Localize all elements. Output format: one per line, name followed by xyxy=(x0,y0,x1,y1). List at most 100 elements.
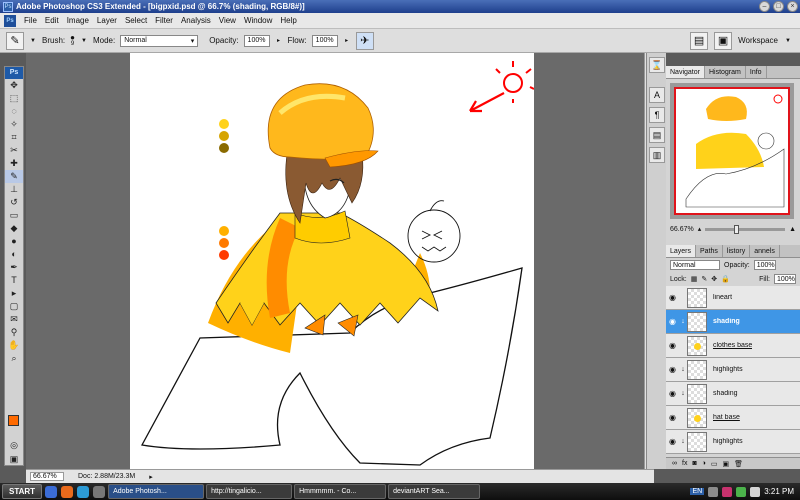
workspace-menu[interactable]: Workspace xyxy=(738,36,778,45)
chevron-down-icon[interactable]: ▼ xyxy=(29,38,37,44)
chevron-down-icon[interactable]: ▼ xyxy=(784,38,792,44)
menu-edit[interactable]: Edit xyxy=(41,16,63,25)
layer-mask-icon[interactable]: ◙ xyxy=(692,460,696,467)
menu-image[interactable]: Image xyxy=(63,16,93,25)
slider-knob[interactable] xyxy=(733,224,739,234)
healing-brush-tool-icon[interactable]: ✚ xyxy=(5,157,23,170)
layer-fill-field[interactable]: 100% xyxy=(774,274,796,284)
minimize-button[interactable]: – xyxy=(759,1,770,12)
chevron-right-icon[interactable]: ▸ xyxy=(343,37,351,44)
layer-row[interactable]: ◉ lineart xyxy=(666,286,800,310)
eye-icon[interactable]: ◉ xyxy=(666,365,679,374)
maximize-button[interactable]: □ xyxy=(773,1,784,12)
close-button[interactable]: × xyxy=(787,1,798,12)
start-button[interactable]: START xyxy=(2,484,43,499)
quick-mask-icon[interactable]: ◎ xyxy=(5,439,23,452)
firefox-icon[interactable] xyxy=(61,485,74,498)
path-selection-tool-icon[interactable]: ▸ xyxy=(5,287,23,300)
airbrush-toggle-icon[interactable]: ✈ xyxy=(355,31,374,50)
navigator-preview[interactable] xyxy=(670,83,794,219)
eye-icon[interactable]: ◉ xyxy=(666,437,679,446)
type-tool-icon[interactable]: T xyxy=(5,274,23,287)
task-browser-2[interactable]: Hmmmmm. - Co... xyxy=(294,484,387,499)
menu-help[interactable]: Help xyxy=(276,16,300,25)
language-indicator[interactable]: EN xyxy=(690,488,705,495)
tray-icon[interactable] xyxy=(722,486,733,497)
tab-channels[interactable]: annels xyxy=(750,245,780,257)
adjustment-layer-icon[interactable]: ◑ xyxy=(702,460,706,467)
menu-filter[interactable]: Filter xyxy=(151,16,177,25)
layer-opacity-field[interactable]: 100% xyxy=(753,260,776,270)
menu-layer[interactable]: Layer xyxy=(93,16,121,25)
document-canvas[interactable] xyxy=(130,53,535,469)
opacity-field[interactable]: 100% xyxy=(243,34,270,47)
screen-mode-icon[interactable]: ▣ xyxy=(5,453,23,466)
tool-presets-panel-icon[interactable]: ▥ xyxy=(649,147,665,163)
notes-tool-icon[interactable]: ✉ xyxy=(5,313,23,326)
task-deviantart[interactable]: deviantART Sea... xyxy=(388,484,481,499)
brush-tool-icon[interactable]: ✎ xyxy=(5,170,23,183)
eye-icon[interactable]: ◉ xyxy=(666,317,679,326)
menu-analysis[interactable]: Analysis xyxy=(177,16,215,25)
navigator-zoom-value[interactable]: 66.67% xyxy=(670,226,694,233)
layer-row[interactable]: ◉ ↓ shading xyxy=(666,382,800,406)
eraser-tool-icon[interactable]: ▭ xyxy=(5,209,23,222)
paragraph-panel-icon[interactable]: ¶ xyxy=(649,107,665,123)
tab-histogram[interactable]: Histogram xyxy=(705,66,746,78)
tab-history[interactable]: listory xyxy=(723,245,751,257)
flow-field[interactable]: 100% xyxy=(311,34,338,47)
link-layers-icon[interactable]: ∞ xyxy=(672,460,677,467)
eye-icon[interactable]: ◉ xyxy=(666,413,679,422)
blend-mode-select[interactable]: Normal xyxy=(670,260,720,270)
lock-image-icon[interactable]: ✎ xyxy=(701,275,707,283)
menu-view[interactable]: View xyxy=(215,16,240,25)
brushes-panel-icon[interactable]: ▤ xyxy=(649,127,665,143)
tab-layers[interactable]: Layers xyxy=(666,245,697,257)
clock[interactable]: 3:21 PM xyxy=(764,487,794,496)
history-brush-tool-icon[interactable]: ↺ xyxy=(5,196,23,209)
layer-style-icon[interactable]: fx xyxy=(682,460,687,467)
show-desktop-icon[interactable] xyxy=(93,485,106,498)
status-zoom-field[interactable]: 66.67% xyxy=(30,472,64,481)
tab-navigator[interactable]: Navigator xyxy=(666,66,705,78)
zoom-tool-icon[interactable]: ⌕ xyxy=(5,352,23,365)
slice-tool-icon[interactable]: ✂ xyxy=(5,144,23,157)
task-photoshop[interactable]: Adobe Photosh... xyxy=(108,484,205,499)
blur-tool-icon[interactable]: ● xyxy=(5,235,23,248)
brush-picker[interactable]: ● 9 xyxy=(70,33,75,48)
chevron-right-icon[interactable]: ▸ xyxy=(275,37,283,44)
chevron-down-icon[interactable]: ▼ xyxy=(80,38,88,44)
shape-tool-icon[interactable]: ▢ xyxy=(5,300,23,313)
lasso-tool-icon[interactable]: ◌ xyxy=(5,105,23,118)
history-panel-icon[interactable]: ⌛ xyxy=(649,57,665,73)
new-group-icon[interactable]: ▭ xyxy=(711,460,718,468)
tab-info[interactable]: Info xyxy=(746,66,767,78)
navigator-zoom-slider[interactable] xyxy=(705,224,786,234)
task-browser-1[interactable]: http://tingalicio... xyxy=(206,484,293,499)
eye-icon[interactable]: ◉ xyxy=(666,293,679,302)
mode-select[interactable]: Normal ▾ xyxy=(120,34,199,47)
eye-icon[interactable]: ◉ xyxy=(666,341,679,350)
character-panel-icon[interactable]: A xyxy=(649,87,665,103)
new-layer-icon[interactable]: ▣ xyxy=(723,460,730,468)
layer-row[interactable]: ◉ ↓ highlights xyxy=(666,430,800,454)
eye-icon[interactable]: ◉ xyxy=(666,389,679,398)
brush-tool-preset-icon[interactable]: ✎ xyxy=(6,31,24,50)
tray-icon[interactable] xyxy=(736,486,747,497)
clone-stamp-tool-icon[interactable]: ⊥ xyxy=(5,183,23,196)
quicklaunch-icon[interactable] xyxy=(77,485,90,498)
move-tool-icon[interactable]: ✥ xyxy=(5,79,23,92)
layer-row[interactable]: ◉ clothes base xyxy=(666,334,800,358)
bridge-icon[interactable]: ▣ xyxy=(714,31,733,50)
magic-wand-tool-icon[interactable]: ✧ xyxy=(5,118,23,131)
dodge-tool-icon[interactable]: ◐ xyxy=(5,248,23,261)
delete-layer-icon[interactable]: 🗑 xyxy=(734,460,743,468)
status-menu-arrow-icon[interactable]: ▸ xyxy=(149,473,153,481)
menu-window[interactable]: Window xyxy=(240,16,276,25)
zoom-out-icon[interactable]: ▴ xyxy=(698,225,702,233)
tray-icon[interactable] xyxy=(708,486,719,497)
ie-icon[interactable] xyxy=(45,485,58,498)
menu-file[interactable]: File xyxy=(20,16,41,25)
tab-paths[interactable]: Paths xyxy=(696,245,723,257)
zoom-in-icon[interactable]: ▲ xyxy=(789,226,796,233)
